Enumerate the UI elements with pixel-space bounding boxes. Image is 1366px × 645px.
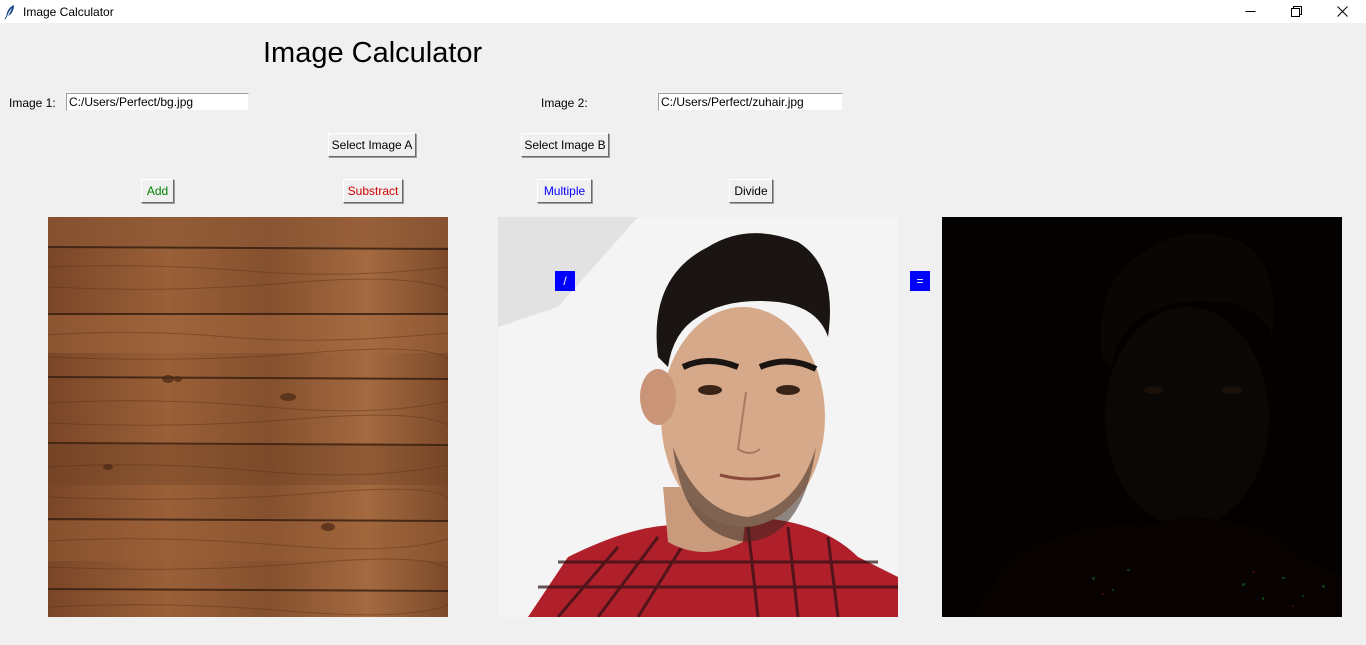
minimize-button[interactable] [1227, 0, 1273, 23]
app-heading: Image Calculator [263, 37, 483, 69]
feather-icon [4, 4, 16, 20]
restore-icon [1290, 6, 1302, 17]
subtract-button[interactable]: Substract [343, 179, 403, 203]
image1-label: Image 1: [9, 96, 56, 110]
select-image-b-button[interactable]: Select Image B [521, 133, 609, 157]
operator-label: / [555, 271, 575, 291]
image2-label: Image 2: [541, 96, 588, 110]
image-a-preview [48, 217, 448, 617]
window-title: Image Calculator [23, 5, 114, 19]
minimize-icon [1245, 6, 1256, 17]
multiply-button[interactable]: Multiple [537, 179, 592, 203]
restore-button[interactable] [1273, 0, 1319, 23]
image2-path-field[interactable] [658, 93, 843, 111]
add-button[interactable]: Add [141, 179, 174, 203]
image1-path-field[interactable] [66, 93, 249, 111]
title-bar [0, 0, 1366, 23]
equals-button[interactable]: = [910, 271, 930, 291]
close-button[interactable] [1319, 0, 1365, 23]
result-preview [942, 217, 1342, 617]
divide-button[interactable]: Divide [729, 179, 773, 203]
close-icon [1336, 6, 1348, 17]
select-image-a-button[interactable]: Select Image A [328, 133, 416, 157]
